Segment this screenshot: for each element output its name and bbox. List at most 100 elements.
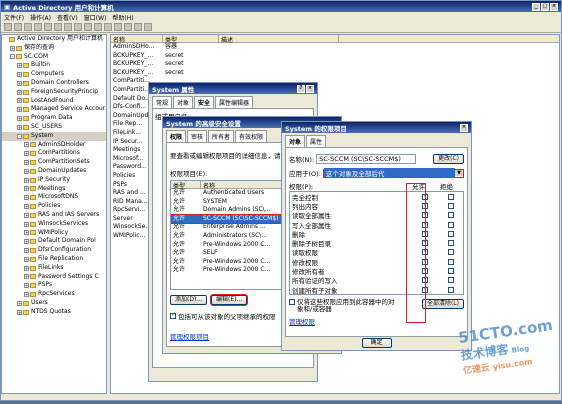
add-group-icon[interactable] [114, 23, 122, 31]
inherit-checkbox[interactable] [170, 311, 176, 319]
expand-icon[interactable]: + [17, 98, 22, 104]
tree-item[interactable]: + Program Data [2, 114, 106, 123]
tree-item[interactable]: + FileLinks [2, 264, 106, 273]
tab-object[interactable]: 对象 [173, 96, 194, 108]
expand-icon[interactable]: + [24, 168, 29, 174]
tree-item[interactable]: + Builtin [2, 61, 106, 70]
expand-icon[interactable]: + [17, 72, 22, 78]
tab-owner[interactable]: 所有者 [208, 130, 235, 142]
expand-icon[interactable]: + [24, 265, 29, 271]
expand-icon[interactable]: + [24, 292, 29, 297]
back-icon[interactable] [4, 23, 12, 31]
sysprops-close-icon[interactable]: × [306, 84, 314, 93]
tab-general[interactable]: 常规 [152, 96, 173, 108]
expand-icon[interactable]: + [10, 45, 15, 51]
collapse-icon[interactable]: - [17, 133, 22, 139]
tree-item[interactable]: + File Replication [2, 255, 106, 264]
expand-icon[interactable]: + [17, 107, 22, 113]
expand-icon[interactable]: + [17, 116, 22, 122]
expand-icon[interactable]: + [24, 142, 29, 148]
deny-checkbox[interactable] [448, 249, 454, 256]
find-icon[interactable] [144, 23, 152, 31]
tree-item[interactable]: + Domain Controllers [2, 79, 106, 88]
expand-icon[interactable]: + [17, 300, 22, 306]
tree-item[interactable]: + ForeignSecurityPrincip [2, 88, 106, 97]
deny-checkbox[interactable] [448, 212, 454, 219]
expand-icon[interactable]: + [17, 309, 22, 315]
console-tree[interactable]: Active Directory 用户和计算机 + 保存的查询 - SC.COM + Bui… [1, 34, 107, 394]
tab-effective-permissions[interactable]: 有效权限 [235, 130, 268, 142]
edit-entry-button[interactable]: 编辑(E)... [210, 294, 249, 306]
expand-icon[interactable]: + [24, 177, 29, 183]
tree-item[interactable]: + MicrosoftDNS [2, 193, 106, 202]
expand-icon[interactable]: + [24, 230, 29, 236]
tab-permissions[interactable]: 权限 [166, 130, 187, 142]
deny-checkbox[interactable] [448, 277, 454, 284]
tree-item[interactable]: + Managed Service Accour [2, 105, 106, 114]
tree-item[interactable]: + LostAndFound [2, 97, 106, 106]
deny-checkbox[interactable] [448, 221, 454, 228]
menu-help[interactable]: 帮助(H) [112, 13, 133, 22]
tree-item[interactable]: + ComPartitionSets [2, 158, 106, 167]
filter-icon[interactable] [134, 23, 142, 31]
perm-close-icon[interactable]: × [460, 123, 468, 132]
apply-select[interactable]: 这个对象及全部后代 ▼ [322, 168, 464, 178]
show-tree-icon[interactable] [34, 23, 42, 31]
deny-checkbox[interactable] [448, 230, 454, 237]
tree-item[interactable]: + WinsockServices [2, 220, 106, 229]
collapse-icon[interactable]: - [10, 54, 15, 60]
tree-item[interactable]: + Meetings [2, 185, 106, 194]
tree-item[interactable]: + ComPartitions [2, 149, 106, 158]
tree-item[interactable]: + AdminSDHolder [2, 141, 106, 150]
expand-icon[interactable]: + [24, 283, 29, 289]
refresh-icon[interactable] [74, 23, 82, 31]
sysprops-help-icon[interactable]: ? [297, 84, 305, 93]
tree-item[interactable]: + DomainUpdates [2, 167, 106, 176]
forward-icon[interactable] [14, 23, 22, 31]
expand-icon[interactable]: + [24, 239, 29, 245]
expand-icon[interactable]: + [24, 256, 29, 262]
tree-item[interactable]: + WMIPolicy [2, 229, 106, 238]
tree-item[interactable]: + Users [2, 299, 106, 308]
minimize-icon[interactable]: _ [532, 2, 540, 11]
manage-permissions-link[interactable]: 管理权限 [289, 318, 315, 326]
col-name[interactable]: 名称 [111, 35, 163, 44]
expand-icon[interactable]: + [24, 221, 29, 227]
dropdown-arrow-icon[interactable]: ▼ [455, 170, 463, 176]
tab-perm-property[interactable]: 属性 [306, 135, 327, 147]
tree-item[interactable]: - SC.COM [2, 53, 106, 62]
clear-all-button[interactable]: 全部清除(L) [421, 299, 464, 309]
delete-icon[interactable] [54, 23, 62, 31]
tab-attribute-editor[interactable]: 属性编辑器 [215, 96, 254, 108]
expand-icon[interactable]: + [17, 89, 22, 95]
col-type[interactable]: 类型 [163, 35, 219, 44]
expand-icon[interactable]: + [17, 124, 22, 130]
menu-file[interactable]: 文件(F) [4, 13, 24, 22]
only-apply-checkbox[interactable] [289, 299, 295, 305]
tree-item[interactable]: + DfsrConfiguration [2, 246, 106, 255]
deny-checkbox[interactable] [448, 193, 454, 200]
tree-item[interactable]: + RAS and IAS Servers [2, 211, 106, 220]
expand-icon[interactable]: + [24, 186, 29, 192]
list-row[interactable]: BCKUPKEY_... secret [111, 69, 559, 78]
tree-item[interactable]: + RpcServices [2, 290, 106, 299]
menu-window[interactable]: 窗口(W) [84, 13, 107, 22]
tree-item[interactable]: Active Directory 用户和计算机 [2, 35, 106, 44]
add-entry-button[interactable]: 添加(D)... [170, 295, 208, 305]
tab-security[interactable]: 安全 [194, 96, 215, 108]
add-ou-icon[interactable] [124, 23, 132, 31]
tree-item[interactable]: + Policies [2, 202, 106, 211]
tree-item[interactable]: + SC_USERS [2, 123, 106, 132]
expand-icon[interactable]: + [24, 151, 29, 157]
tab-auditing[interactable]: 审核 [187, 130, 208, 142]
tree-item[interactable]: + Password Settings C [2, 273, 106, 282]
col-entry-type[interactable]: 类型 [171, 181, 201, 190]
expand-icon[interactable]: + [24, 195, 29, 201]
menu-action[interactable]: 操作(A) [30, 13, 51, 22]
expand-icon[interactable]: + [17, 80, 22, 86]
tree-item[interactable]: + PSPs [2, 281, 106, 290]
deny-checkbox[interactable] [448, 268, 454, 275]
tree-item[interactable]: + NTDS Quotas [2, 308, 106, 317]
tree-item[interactable]: + Computers [2, 70, 106, 79]
help-icon[interactable] [94, 23, 102, 31]
